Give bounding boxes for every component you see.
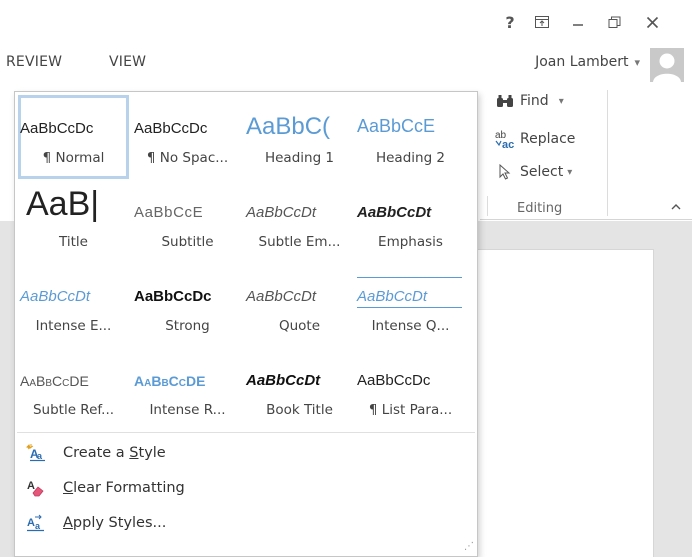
styles-gallery: AaBbCcDc ¶ Normal AaBbCcDc ¶ No Spac... …: [14, 91, 478, 557]
cursor-arrow-icon: [494, 164, 516, 180]
chevron-down-icon: ▾: [558, 95, 564, 107]
style-label: Heading 1: [264, 150, 335, 166]
create-style-pre: Create a: [63, 445, 130, 461]
replace-label: Replace: [520, 131, 576, 147]
replace-icon: ab ac: [494, 129, 516, 149]
minimize-icon[interactable]: [566, 12, 590, 32]
select-button[interactable]: Select ▾: [494, 164, 572, 180]
svg-text:a: a: [35, 521, 41, 531]
style-sample: AaBbCcDc: [134, 120, 208, 137]
chevron-down-icon: ▾: [567, 166, 573, 178]
eraser-icon: A: [21, 479, 51, 497]
apply-styles-icon: Aa: [21, 514, 51, 532]
chevron-down-icon: ▾: [634, 55, 640, 69]
binoculars-icon: [494, 94, 516, 108]
create-style-accelerator: S: [129, 445, 139, 461]
create-style-post: tyle: [138, 445, 166, 461]
style-intense-reference[interactable]: AaBbCcDE Intense R...: [132, 347, 243, 431]
style-label: Intense Q...: [371, 318, 450, 334]
svg-text:A: A: [27, 480, 35, 492]
group-separator: [487, 196, 488, 216]
create-style-icon: Aa: [21, 444, 51, 462]
style-sample: AaBbCcE: [357, 116, 436, 136]
editing-group-label: Editing: [517, 201, 563, 216]
tab-view[interactable]: VIEW: [109, 54, 146, 70]
style-intense-quote[interactable]: AaBbCcDt Intense Q...: [355, 263, 466, 347]
style-sample: AaBbCcDE: [134, 373, 206, 389]
style-title[interactable]: AaB| Title: [18, 179, 129, 263]
style-label: Intense E...: [35, 318, 112, 334]
style-label: Subtitle: [161, 234, 214, 250]
style-no-spacing[interactable]: AaBbCcDc ¶ No Spac...: [132, 95, 243, 179]
find-button[interactable]: Find ▾: [494, 93, 564, 109]
menu-separator: [17, 432, 475, 433]
style-label: Strong: [165, 318, 210, 334]
apply-styles-item[interactable]: Aa Apply Styles...: [21, 508, 166, 538]
style-label: Book Title: [266, 402, 333, 418]
restore-icon[interactable]: [602, 12, 626, 32]
ribbon-tabs: REVIEW VIEW Joan Lambert ▾: [0, 43, 692, 83]
create-a-style-item[interactable]: Aa Create a Style: [21, 438, 166, 468]
svg-text:A: A: [27, 517, 35, 529]
style-list-paragraph[interactable]: AaBbCcDc ¶ List Para...: [355, 347, 466, 431]
style-heading-1[interactable]: AaBbC( Heading 1: [244, 95, 355, 179]
style-subtitle[interactable]: AaBbCcE Subtitle: [132, 179, 243, 263]
apply-styles-accelerator: A: [63, 515, 73, 531]
select-label: Select: [520, 164, 564, 180]
style-intense-emphasis[interactable]: AaBbCcDt Intense E...: [18, 263, 129, 347]
resize-grip-icon[interactable]: ⋰: [464, 541, 474, 552]
user-account[interactable]: Joan Lambert ▾: [535, 54, 640, 70]
style-label: Quote: [278, 318, 321, 334]
clear-formatting-item[interactable]: A Clear Formatting: [21, 473, 185, 503]
style-emphasis[interactable]: AaBbCcDt Emphasis: [355, 179, 466, 263]
apply-styles-post: pply Styles...: [72, 515, 167, 531]
style-label: Intense R...: [149, 402, 226, 418]
style-sample: AaBbCcDE: [20, 373, 89, 389]
tab-review[interactable]: REVIEW: [6, 54, 62, 70]
style-label: Subtle Ref...: [32, 402, 115, 418]
style-subtle-reference[interactable]: AaBbCcDE Subtle Ref...: [18, 347, 129, 431]
svg-text:a: a: [37, 451, 43, 461]
quote-rule: [357, 307, 462, 308]
style-sample: AaBbCcDt: [246, 288, 317, 305]
style-sample: AaBbCcDc: [357, 372, 431, 389]
ribbon-display-options-icon[interactable]: [530, 12, 554, 32]
style-label: ¶ Normal: [42, 150, 105, 166]
svg-text:ac: ac: [502, 139, 514, 149]
style-label: ¶ No Spac...: [146, 150, 229, 166]
style-sample: AaBbCcDt: [246, 204, 317, 221]
clear-formatting-accelerator: C: [63, 480, 74, 496]
style-sample: AaBbCcE: [134, 204, 204, 221]
avatar[interactable]: [650, 48, 684, 82]
style-label: Subtle Em...: [258, 234, 341, 250]
style-sample: AaBbCcDc: [134, 288, 212, 305]
style-label: Title: [59, 234, 88, 250]
find-label: Find: [520, 93, 549, 109]
style-sample: AaBbCcDc: [20, 120, 94, 137]
style-quote[interactable]: AaBbCcDt Quote: [244, 263, 355, 347]
close-icon[interactable]: [640, 12, 664, 32]
style-normal[interactable]: AaBbCcDc ¶ Normal: [18, 95, 129, 179]
style-heading-2[interactable]: AaBbCcE Heading 2: [355, 95, 466, 179]
document-page[interactable]: [472, 249, 654, 557]
style-label: Emphasis: [378, 234, 443, 250]
style-sample: AaB|: [26, 185, 100, 223]
style-label: ¶ List Para...: [368, 402, 453, 418]
style-sample: AaBbCcDt: [20, 288, 91, 305]
clear-formatting-post: lear Formatting: [73, 480, 185, 496]
style-sample: AaBbCcDt: [357, 204, 432, 221]
help-icon[interactable]: ?: [498, 12, 522, 32]
title-bar: ?: [0, 0, 692, 43]
replace-button[interactable]: ab ac Replace: [494, 129, 575, 149]
group-separator: [607, 90, 608, 216]
style-book-title[interactable]: AaBbCcDt Book Title: [244, 347, 355, 431]
quote-rule: [357, 277, 462, 278]
style-sample: AaBbC(: [246, 113, 331, 140]
style-strong[interactable]: AaBbCcDc Strong: [132, 263, 243, 347]
style-sample: AaBbCcDt: [246, 372, 321, 389]
user-name: Joan Lambert: [535, 54, 629, 70]
style-subtle-emphasis[interactable]: AaBbCcDt Subtle Em...: [244, 179, 355, 263]
collapse-ribbon-icon[interactable]: [671, 199, 681, 213]
style-label: Heading 2: [375, 150, 446, 166]
